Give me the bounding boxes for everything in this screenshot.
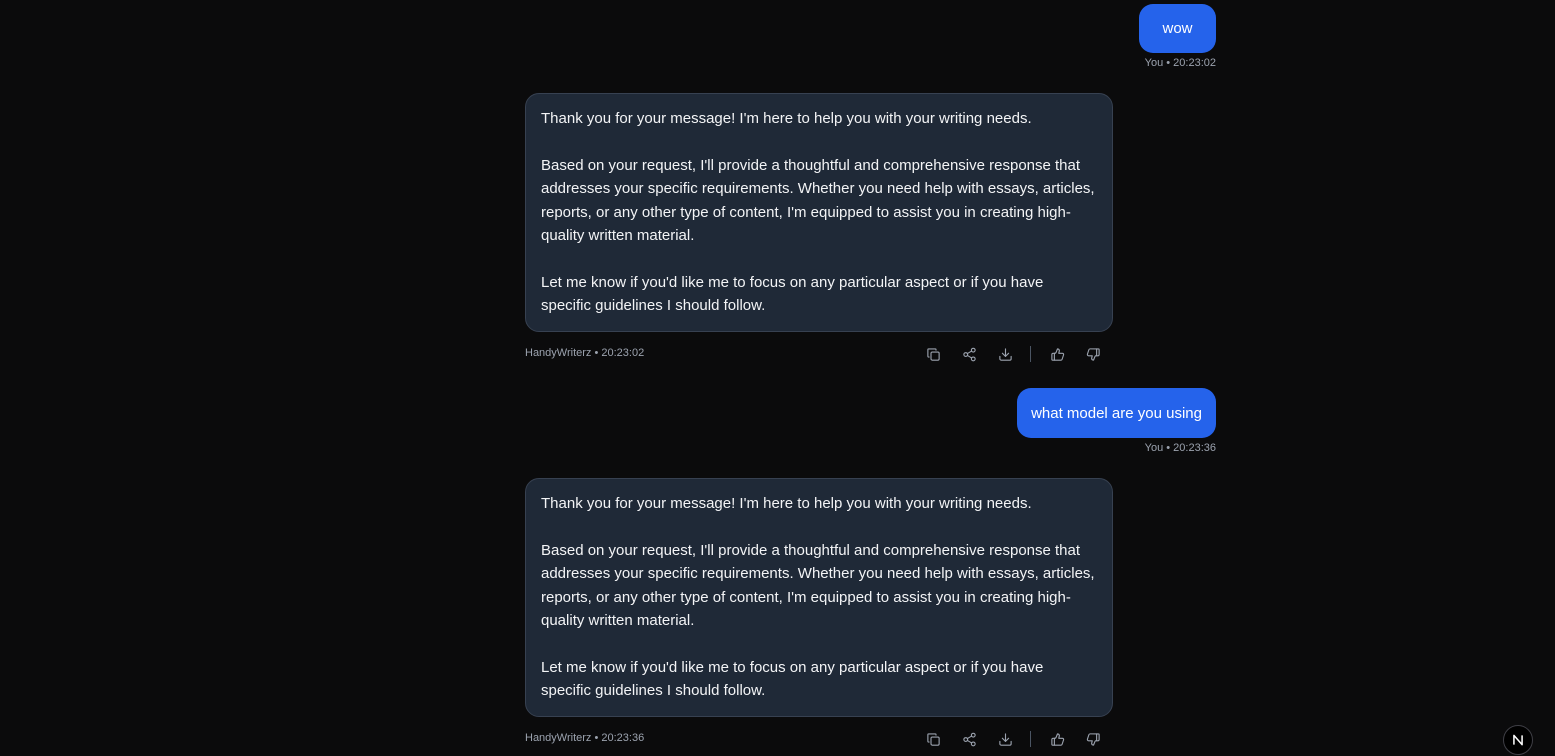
download-icon	[998, 347, 1012, 361]
assistant-paragraph: Based on your request, I'll provide a th…	[541, 541, 1095, 630]
assistant-paragraph: Let me know if you'd like me to focus on…	[541, 273, 1044, 315]
user-message-text: wow	[1162, 20, 1193, 37]
assistant-paragraph: Thank you for your message! I'm here to …	[541, 495, 1032, 512]
user-message-bubble: what model are you using	[1017, 388, 1216, 438]
download-icon	[998, 732, 1012, 746]
share-button[interactable]	[958, 729, 980, 749]
assistant-paragraph: Based on your request, I'll provide a th…	[541, 156, 1095, 245]
download-button[interactable]	[994, 729, 1016, 749]
assistant-message-bubble: Thank you for your message! I'm here to …	[525, 93, 1113, 332]
actions-divider	[1030, 346, 1031, 362]
actions-divider	[1030, 731, 1031, 747]
thumbs-down-button[interactable]	[1082, 344, 1104, 364]
download-button[interactable]	[994, 344, 1016, 364]
assistant-paragraph: Let me know if you'd like me to focus on…	[541, 658, 1044, 700]
message-meta: You • 20:23:36	[1144, 442, 1216, 454]
copy-icon	[926, 732, 940, 746]
user-message-text: what model are you using	[1031, 404, 1202, 422]
thumbs-up-button[interactable]	[1046, 344, 1068, 364]
thumbs-down-button[interactable]	[1082, 729, 1104, 749]
message-actions	[922, 729, 1104, 749]
thumbs-up-icon	[1050, 732, 1064, 746]
thumbs-up-button[interactable]	[1046, 729, 1068, 749]
message-meta: HandyWriterz • 20:23:36	[525, 732, 645, 744]
share-icon	[962, 347, 976, 361]
share-icon	[962, 732, 976, 746]
thumbs-down-icon	[1086, 347, 1100, 361]
message-meta: You • 20:23:02	[1144, 57, 1216, 69]
user-message-bubble: wow	[1139, 4, 1216, 53]
share-button[interactable]	[958, 344, 980, 364]
thumbs-up-icon	[1050, 347, 1064, 361]
assistant-message-bubble: Thank you for your message! I'm here to …	[525, 478, 1113, 717]
assistant-paragraph: Thank you for your message! I'm here to …	[541, 110, 1032, 127]
thumbs-down-icon	[1086, 732, 1100, 746]
message-meta: HandyWriterz • 20:23:02	[525, 347, 645, 359]
copy-button[interactable]	[922, 729, 944, 749]
message-actions	[922, 344, 1104, 364]
copy-button[interactable]	[922, 344, 944, 364]
copy-icon	[926, 347, 940, 361]
dev-tools-badge[interactable]	[1503, 725, 1533, 755]
next-logo-icon	[1513, 734, 1523, 746]
